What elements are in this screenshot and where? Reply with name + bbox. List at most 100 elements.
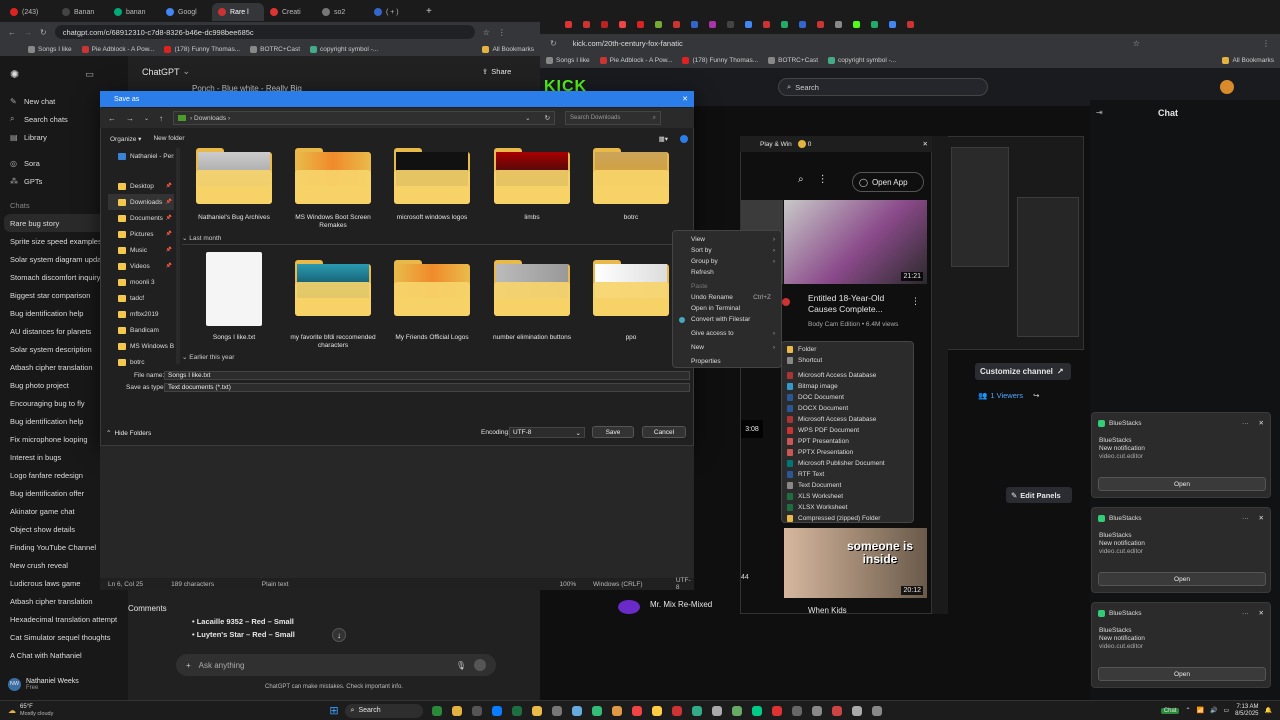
save-button[interactable]: Save xyxy=(592,426,634,438)
browser-tab[interactable] xyxy=(884,16,902,32)
browser-tab[interactable] xyxy=(722,16,740,32)
taskbar-app-icon[interactable] xyxy=(811,705,822,716)
back-icon[interactable]: ← xyxy=(8,28,16,37)
folder-item[interactable] xyxy=(494,148,570,204)
browser-tab[interactable] xyxy=(812,16,830,32)
file-item[interactable] xyxy=(206,252,262,326)
taskbar-app-icon[interactable] xyxy=(851,705,862,716)
more-icon[interactable]: ··· xyxy=(1242,420,1249,427)
user-profile[interactable]: NW Nathaniel Weeks Free xyxy=(0,668,128,700)
search-icon[interactable]: ⌕ xyxy=(798,174,804,185)
nav-item[interactable]: tadcf xyxy=(108,290,174,306)
all-bookmarks[interactable]: All Bookmarks xyxy=(482,45,534,53)
submenu-item[interactable]: WPS PDF Document xyxy=(782,425,913,436)
taskbar-app-icon[interactable] xyxy=(491,705,502,716)
video-title[interactable]: When Kids xyxy=(808,606,847,615)
all-bookmarks[interactable]: All Bookmarks xyxy=(1222,56,1274,64)
submenu-item[interactable]: Microsoft Access Database xyxy=(782,414,913,425)
file-name-input[interactable]: Songs I like.txt xyxy=(164,371,690,380)
browser-tab[interactable] xyxy=(614,16,632,32)
taskbar-app-icon[interactable] xyxy=(591,705,602,716)
nav-item[interactable]: Pictures 📌 xyxy=(108,226,174,242)
video-thumbnail[interactable]: 21:21 xyxy=(784,200,927,284)
video-title[interactable]: Entitled 18-Year-Old Causes Complete... xyxy=(808,293,912,315)
submenu-item[interactable]: XLSX Worksheet xyxy=(782,502,913,513)
volume-icon[interactable]: 🔊 xyxy=(1210,707,1217,714)
folder-item[interactable] xyxy=(494,260,570,316)
submenu-item[interactable]: PPTX Presentation xyxy=(782,447,913,458)
close-icon[interactable]: ✕ xyxy=(682,95,688,103)
browser-tab[interactable] xyxy=(686,16,704,32)
taskbar-app-icon[interactable] xyxy=(531,705,542,716)
cancel-button[interactable]: Cancel xyxy=(642,426,686,438)
scroll-down-button[interactable]: ↓ xyxy=(332,628,346,642)
taskbar-app-icon[interactable] xyxy=(871,705,882,716)
forward-icon[interactable]: → xyxy=(24,28,32,37)
battery-icon[interactable]: ▭ xyxy=(1223,707,1229,714)
mic-icon[interactable]: 🎙 xyxy=(456,661,466,670)
open-button[interactable]: Open xyxy=(1098,477,1266,491)
down-icon[interactable]: ⌄ xyxy=(144,115,149,122)
browser-tab[interactable] xyxy=(866,16,884,32)
voice-mode-icon[interactable] xyxy=(474,659,486,671)
submenu-item[interactable]: PPT Presentation xyxy=(782,436,913,447)
start-icon[interactable]: ⊞ xyxy=(329,704,338,717)
submenu-item[interactable]: RTF Text xyxy=(782,469,913,480)
sidebar-chat-item[interactable]: A Chat with Nathaniel xyxy=(0,646,128,664)
taskbar-app-icon[interactable] xyxy=(611,705,622,716)
model-selector[interactable]: ChatGPT ⌄ xyxy=(142,66,190,77)
encoding-select[interactable]: UTF-8 ⌄ xyxy=(509,427,585,438)
browser-tab[interactable] xyxy=(830,16,848,32)
taskbar-app-icon[interactable] xyxy=(451,705,462,716)
notification-bell-icon[interactable]: 🔔 xyxy=(1265,707,1272,714)
browser-tab[interactable] xyxy=(578,16,596,32)
taskbar-app-icon[interactable] xyxy=(691,705,702,716)
nav-item[interactable]: Downloads 📌 xyxy=(108,194,174,210)
ask-input[interactable]: + Ask anything 🎙 xyxy=(176,654,496,676)
context-menu-item[interactable]: Convert with Filestar xyxy=(673,314,781,325)
nav-item[interactable]: moonli 3 xyxy=(108,274,174,290)
taskbar-app-icon[interactable] xyxy=(711,705,722,716)
reload-icon[interactable]: ↻ xyxy=(550,39,557,48)
taskbar-app-icon[interactable] xyxy=(631,705,642,716)
nav-item[interactable]: botrc xyxy=(108,354,174,370)
taskbar-app-icon[interactable] xyxy=(671,705,682,716)
taskbar-app-icon[interactable] xyxy=(571,705,582,716)
reload-icon[interactable]: ↻ xyxy=(40,28,47,37)
open-button[interactable]: Open xyxy=(1098,572,1266,586)
notepad-editor[interactable] xyxy=(100,446,694,578)
avatar[interactable] xyxy=(1220,80,1234,94)
browser-tab[interactable]: Banan xyxy=(56,3,108,21)
sidebar-chat-item[interactable]: Atbash cipher translation xyxy=(0,592,128,610)
collapse-chat-icon[interactable]: ⇥ xyxy=(1096,108,1103,117)
folder-item[interactable] xyxy=(394,260,470,316)
taskbar-search[interactable]: ⌕ Search xyxy=(344,703,423,718)
context-menu-item[interactable]: Refresh xyxy=(673,267,781,278)
browser-tab[interactable] xyxy=(848,16,866,32)
path-bar[interactable]: › Downloads › ⌄ ↻ xyxy=(173,111,556,125)
nav-item[interactable]: mfbx2019 xyxy=(108,306,174,322)
bookmark[interactable]: Pie Adblock - A Pow... xyxy=(599,56,672,64)
chevron-up-icon[interactable]: ⌃ xyxy=(1185,707,1190,714)
browser-tab[interactable] xyxy=(758,16,776,32)
share-button[interactable]: ⇪ Share xyxy=(482,67,511,76)
right-url-field[interactable]: kick.com/20th-century-fox-fanatic xyxy=(565,36,1125,50)
clock[interactable]: 7:13 AM 8/5/2025 xyxy=(1235,704,1258,718)
taskbar-app-icon[interactable] xyxy=(511,705,522,716)
submenu-item[interactable]: Folder xyxy=(782,344,913,355)
browser-tab[interactable]: banan xyxy=(108,3,160,21)
folder-item[interactable] xyxy=(295,260,371,316)
more-icon[interactable]: ··· xyxy=(1242,610,1249,617)
bookmark[interactable]: Pie Adblock - A Pow... xyxy=(81,45,154,53)
menu-icon[interactable]: ⋮ xyxy=(498,28,506,37)
star-icon[interactable]: ☆ xyxy=(483,28,490,37)
taskbar-app-icon[interactable] xyxy=(471,705,482,716)
context-menu-item[interactable]: Undo Rename Ctrl+Z xyxy=(673,292,781,303)
close-icon[interactable]: ✕ xyxy=(1259,609,1264,617)
bookmark[interactable]: Songs I like xyxy=(28,45,72,53)
new-folder-button[interactable]: New folder xyxy=(153,135,184,142)
context-menu-item[interactable]: Sort by › xyxy=(673,245,781,256)
hide-folders-button[interactable]: ⌃ Hide Folders xyxy=(106,429,151,438)
submenu-item[interactable]: Shortcut xyxy=(782,355,913,366)
back-icon[interactable]: ← xyxy=(108,114,116,123)
